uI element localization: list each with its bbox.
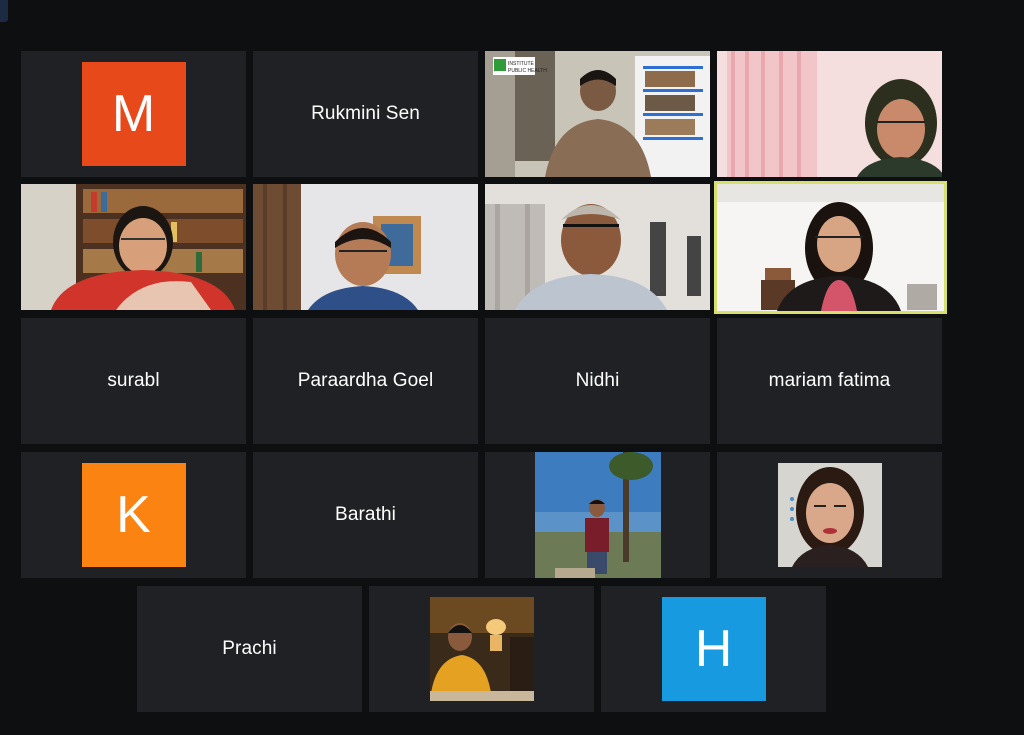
svg-text:PUBLIC HEALTH: PUBLIC HEALTH [508, 68, 547, 74]
participant-video-man-glasses[interactable] [485, 184, 710, 310]
participant-video-man-library[interactable]: INSTITUTE PUBLIC HEALTH [485, 51, 710, 177]
participant-video-young-woman-active-speaker[interactable] [714, 181, 947, 314]
window-corner-indicator [0, 0, 8, 22]
avatar: M [81, 62, 186, 166]
avatar: K [81, 463, 186, 567]
participant-name: Prachi [222, 638, 277, 659]
participant-tile-photo-woman-portrait[interactable] [717, 452, 942, 578]
participant-name: mariam fatima [768, 370, 891, 391]
participant-name: Barathi [335, 504, 396, 525]
participant-tile-paraardha-goel[interactable]: Paraardha Goel [253, 318, 478, 444]
profile-photo [777, 463, 882, 567]
video-feed [717, 184, 944, 311]
participant-video-man-brown-wall[interactable] [253, 184, 478, 310]
participant-tile-photo-woman-yellow[interactable] [369, 586, 594, 712]
participant-name: surabl [107, 370, 160, 391]
video-feed: INSTITUTE PUBLIC HEALTH [485, 51, 710, 177]
video-feed [21, 184, 246, 310]
avatar: H [661, 597, 766, 701]
participant-tile-surabl[interactable]: surabl [21, 318, 246, 444]
profile-photo [534, 452, 661, 578]
participant-name: Paraardha Goel [297, 370, 434, 391]
participant-tile-h[interactable]: H [601, 586, 826, 712]
participant-tile-nidhi[interactable]: Nidhi [485, 318, 710, 444]
avatar-letter: K [116, 486, 151, 544]
video-sign-text: INSTITUTE [508, 61, 534, 67]
participant-tile-mariam-fatima[interactable]: mariam fatima [717, 318, 942, 444]
participant-tile-m[interactable]: M [21, 51, 246, 177]
avatar-letter: M [111, 85, 156, 143]
video-feed [253, 184, 478, 310]
participant-name: Nidhi [575, 370, 620, 391]
video-feed [485, 184, 710, 310]
participant-video-woman-pink[interactable] [717, 51, 942, 177]
participant-video-woman-books[interactable] [21, 184, 246, 310]
participant-tile-barathi[interactable]: Barathi [253, 452, 478, 578]
avatar-letter: H [694, 620, 733, 678]
participant-tile-prachi[interactable]: Prachi [137, 586, 362, 712]
video-feed [717, 51, 942, 177]
participant-tile-rukmini-sen[interactable]: Rukmini Sen [253, 51, 478, 177]
participant-tile-photo-man-outdoors[interactable] [485, 452, 710, 578]
participant-tile-k[interactable]: K [21, 452, 246, 578]
profile-photo [429, 597, 534, 701]
participant-name: Rukmini Sen [311, 103, 420, 124]
